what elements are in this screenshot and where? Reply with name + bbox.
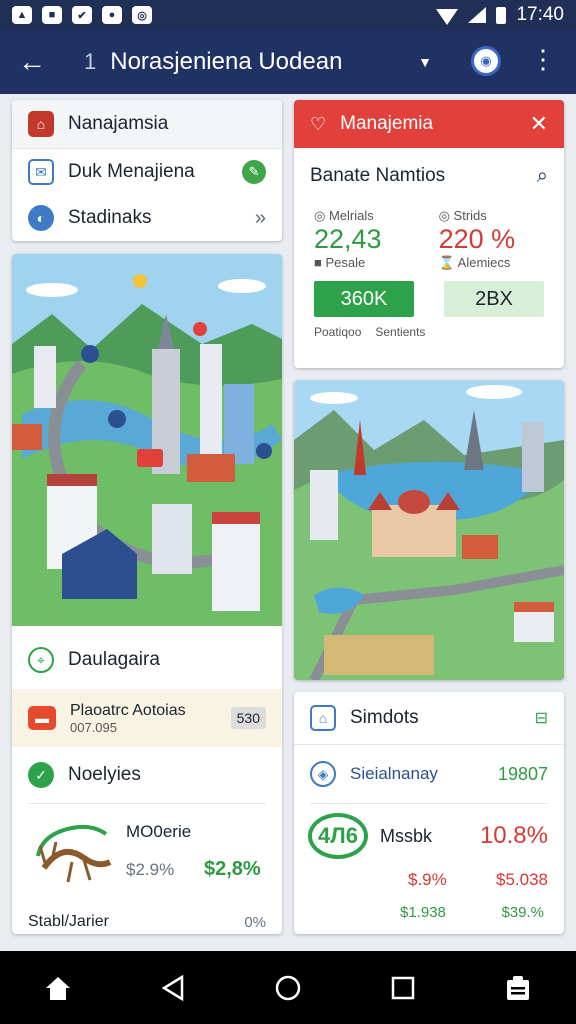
- summary-figure: $39.%: [501, 904, 544, 921]
- card-title: Manajemia: [340, 113, 434, 134]
- chevron-right-icon: »: [254, 206, 266, 229]
- shield-icon: ◈: [310, 761, 336, 787]
- notification-icon: ●: [102, 6, 122, 24]
- list-item-label: Stadinaks: [68, 207, 152, 228]
- section-title: Daulagaira: [68, 649, 160, 670]
- metric-value: 220 %: [438, 224, 516, 254]
- wifi-icon: [436, 9, 459, 25]
- mail-icon: ✉: [28, 159, 54, 185]
- footer-label: Sentients: [375, 325, 426, 339]
- value-button[interactable]: 2BX: [444, 281, 544, 317]
- notice-row[interactable]: ▬ Plaoatrc Aotoias 007.095 530: [12, 689, 282, 747]
- clipboard-icon[interactable]: [488, 958, 548, 1018]
- building-icon: ⌂: [28, 111, 54, 137]
- back-triangle-icon[interactable]: [143, 958, 203, 1018]
- app-bar: ← 1 Norasjeniena Uodean ▼ ◉ ⋮: [0, 30, 576, 94]
- notification-icon: ▲: [12, 6, 32, 24]
- landmark-illustration: [294, 380, 564, 680]
- count-badge: 530: [230, 707, 266, 729]
- summary-figure: $1.938: [400, 904, 446, 921]
- metrics-card: ♡ Manajemia ✕ Banate Namtios ⌕ ◎ Melrial…: [294, 100, 564, 368]
- search-icon[interactable]: ⌕: [537, 165, 548, 188]
- recents-icon[interactable]: [373, 958, 433, 1018]
- card-title: Simdots: [350, 707, 419, 728]
- card-title: Nanajamsia: [68, 113, 169, 134]
- close-icon[interactable]: ✕: [530, 111, 548, 137]
- menu-card: ⌂ Nanajamsia ✉ Duk Menajiena ✎ ◐ Stadina…: [12, 100, 282, 241]
- edit-icon[interactable]: ✎: [242, 160, 266, 184]
- metric-sub: Alemiecs: [457, 255, 511, 270]
- summary-value: 10.8%: [479, 822, 548, 849]
- footer-label: Stabl/Jarier: [28, 913, 109, 930]
- clock: 17:40: [516, 4, 564, 25]
- deer-icon: [36, 824, 112, 883]
- list-item[interactable]: ✉ Duk Menajiena ✎: [12, 149, 282, 195]
- footer-label: Poatiqoo: [314, 325, 362, 339]
- notice-value: 007.095: [70, 719, 117, 735]
- stat-value: $2,8%: [204, 858, 261, 880]
- list-item-label: Duk Menajiena: [68, 161, 195, 182]
- battery-icon: [496, 6, 507, 24]
- stat-title: MO0erie: [126, 822, 192, 841]
- home-icon[interactable]: [28, 958, 88, 1018]
- page-title: Norasjeniena Uodean: [110, 48, 343, 75]
- list-item-value: 19807: [497, 763, 548, 784]
- summary-figure: $5.038: [496, 870, 548, 889]
- heart-icon: ♡: [310, 113, 327, 134]
- status-bar: ▲ ■ ✔ ● ◎ 17:40: [0, 0, 576, 30]
- stat-value: $2.9%: [126, 860, 175, 879]
- list-item[interactable]: ◐ Stadinaks »: [12, 195, 282, 241]
- lock-icon[interactable]: ⊟: [535, 708, 548, 728]
- summary-figure: $.9%: [408, 870, 447, 889]
- metric-value: 22,43: [314, 224, 382, 254]
- progress-ring: 4Л6: [308, 813, 368, 859]
- landmark-card[interactable]: [294, 380, 564, 680]
- metric-label: Strids: [453, 208, 487, 223]
- back-arrow-icon[interactable]: ←: [0, 46, 64, 78]
- section-title: Noelyies: [68, 764, 141, 785]
- metric: ◎ Melrials 22,43 ■ Pesale: [314, 208, 439, 271]
- map-icon: ◐: [28, 205, 54, 231]
- system-nav-bar: [0, 951, 576, 1024]
- flag-icon: ▬: [28, 706, 56, 730]
- notice-title: Plaoatrc Aotoias: [70, 701, 186, 719]
- shield-check-icon: ✓: [28, 762, 54, 788]
- avatar[interactable]: ◉: [471, 46, 501, 76]
- shop-icon: ⌂: [310, 705, 336, 731]
- notification-icon: ◎: [132, 6, 152, 24]
- chevron-down-icon: ▼: [418, 54, 432, 70]
- notification-icon: ■: [42, 6, 62, 24]
- list-item-label: Sieialnanay: [350, 764, 438, 783]
- more-vert-icon[interactable]: ⋮: [530, 44, 556, 74]
- summary-label: Mssbk: [380, 825, 433, 846]
- home-circle-icon[interactable]: [258, 958, 318, 1018]
- metric: ◎ Strids 220 % ⌛ Alemiecs: [439, 208, 544, 271]
- title-number: 1: [84, 49, 97, 74]
- metric-sub: Pesale: [325, 255, 366, 270]
- card-subtitle: Banate Namtios: [310, 165, 446, 186]
- notification-icon: ✔: [72, 6, 92, 24]
- location-pin-icon: ⌖: [28, 647, 54, 673]
- city-map-illustration: [12, 254, 282, 626]
- title-dropdown[interactable]: 1 Norasjeniena Uodean ▼: [64, 48, 432, 76]
- signal-icon: [468, 7, 487, 23]
- summary-card: ⌂ Simdots ⊟ ◈ Sieialnanay 19807 4Л6 Mssb…: [294, 692, 564, 934]
- footer-value: 0%: [244, 913, 266, 931]
- city-card: ⌖ Daulagaira ▬ Plaoatrc Aotoias 007.095 …: [12, 254, 282, 934]
- value-button[interactable]: 360K: [314, 281, 414, 317]
- metric-label: Melrials: [328, 208, 374, 223]
- list-item[interactable]: ◈ Sieialnanay 19807: [294, 745, 564, 803]
